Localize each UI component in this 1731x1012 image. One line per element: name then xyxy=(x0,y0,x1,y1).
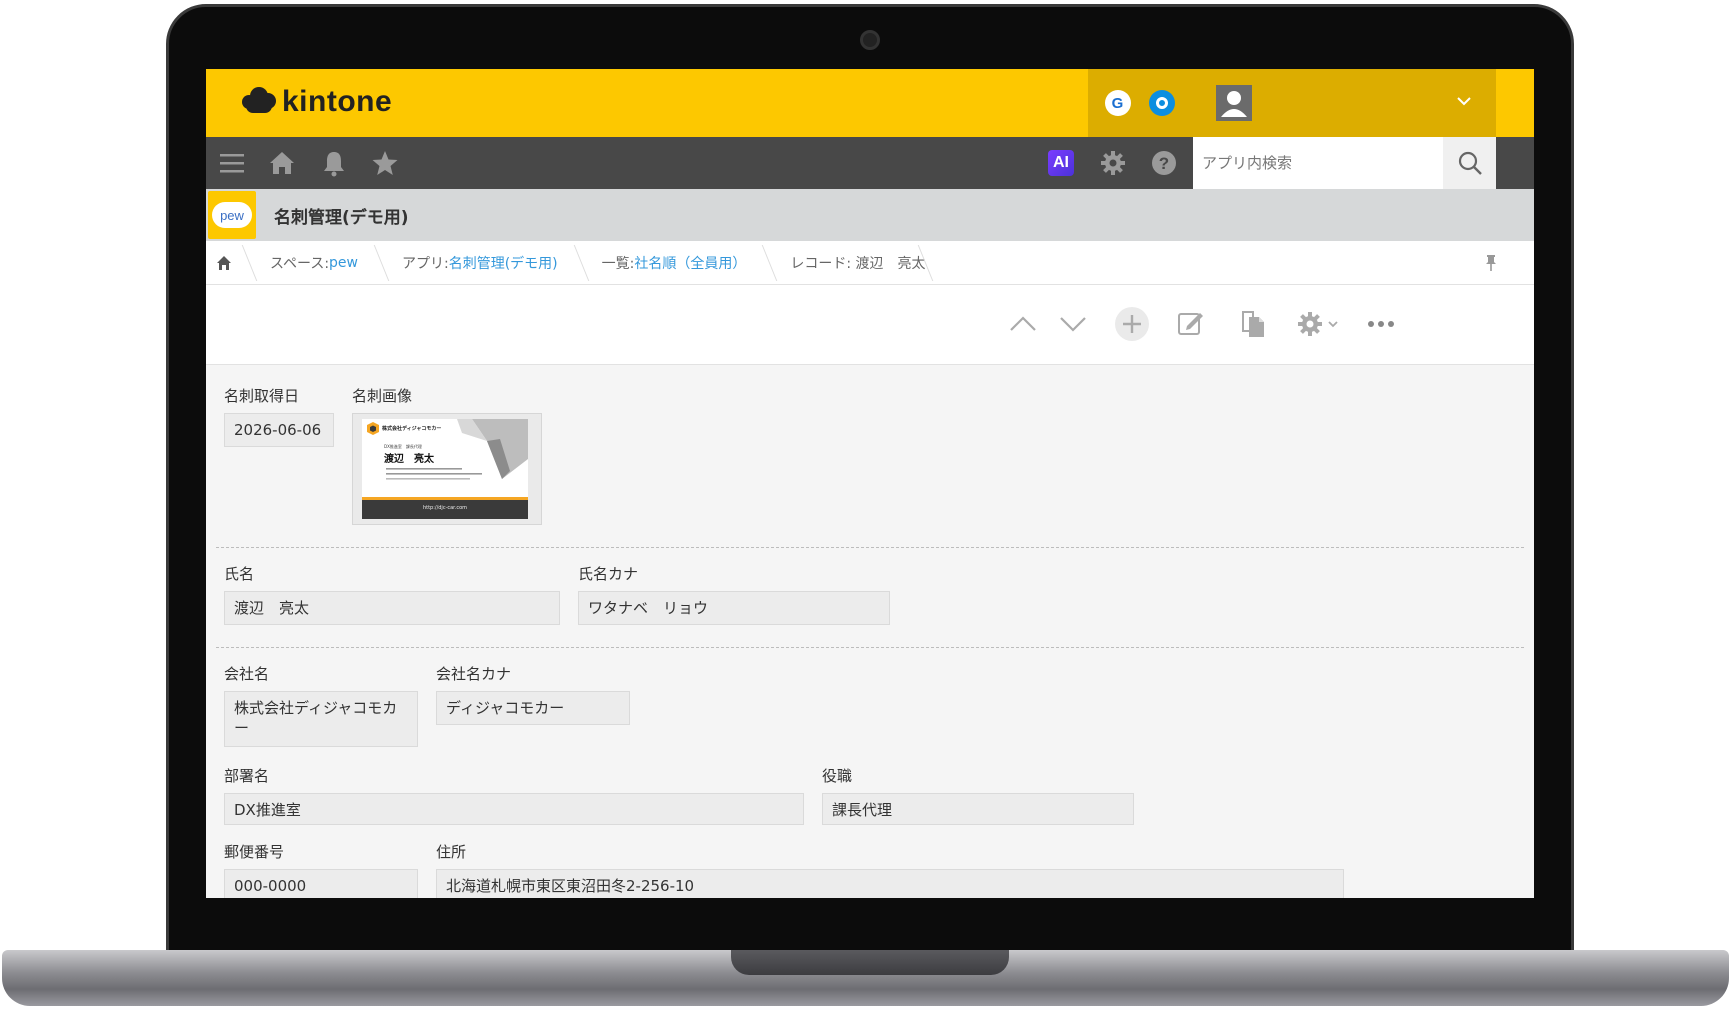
dept-label: 部署名 xyxy=(224,767,270,785)
cybozu-cloud-icon xyxy=(242,87,276,117)
breadcrumb-list-link[interactable]: 社名順（全員用） xyxy=(634,253,746,273)
breadcrumb-space-link[interactable]: pew xyxy=(329,255,358,271)
help-icon[interactable]: ? xyxy=(1150,149,1178,177)
breadcrumb-space-prefix: スペース: xyxy=(270,255,330,272)
breadcrumb-list: 一覧: 社名順（全員用） xyxy=(582,241,771,285)
office-app-button[interactable] xyxy=(1148,90,1175,116)
title-label: 役職 xyxy=(822,767,853,785)
breadcrumb-record-text: レコード: 渡辺 亮太 xyxy=(790,255,926,272)
svg-text:?: ? xyxy=(1159,154,1169,173)
company-kana-value: ディジャコモカー xyxy=(436,691,630,725)
kintone-screen: kintone G AI ? アプリ内検索 pew 名刺管理(デモ用) スペース… xyxy=(206,69,1534,898)
more-options-icon[interactable] xyxy=(1366,309,1396,339)
search-icon xyxy=(1458,151,1482,175)
card-date-label: 名刺取得日 xyxy=(224,387,300,405)
card-date-value: 2026-06-06 xyxy=(224,413,334,447)
card-image-frame: 株式会社ディジャコモカー DX推進室 課長代理 渡辺 亮太 http://djc… xyxy=(352,413,542,525)
app-icon[interactable]: pew xyxy=(208,191,256,239)
settings-gear-icon[interactable] xyxy=(1099,149,1127,177)
address-value: 北海道札幌市東区東沼田冬2-256-10 xyxy=(436,869,1344,898)
record-detail: 名刺取得日 2026-06-06 名刺画像 株式会社ディジャコモカー DX推進室… xyxy=(206,365,1534,898)
record-settings-gear-icon[interactable] xyxy=(1296,309,1344,339)
breadcrumb-record: レコード: 渡辺 亮太 xyxy=(770,241,925,285)
zip-label: 郵便番号 xyxy=(224,843,285,861)
global-toolbar: AI ? xyxy=(206,137,1534,189)
garoon-app-button[interactable]: G xyxy=(1104,90,1131,116)
search-button[interactable] xyxy=(1443,137,1496,189)
chevron-down-icon[interactable] xyxy=(1456,93,1472,109)
business-card-thumbnail[interactable]: 株式会社ディジャコモカー DX推進室 課長代理 渡辺 亮太 http://djc… xyxy=(362,419,528,519)
record-action-bar xyxy=(206,285,1534,365)
logo-text: kintone xyxy=(282,85,393,118)
add-record-icon[interactable] xyxy=(1114,306,1150,342)
app-search-input[interactable] xyxy=(1193,137,1443,189)
section-divider xyxy=(216,547,1524,548)
ai-assistant-button[interactable]: AI xyxy=(1048,150,1074,176)
kana-label: 氏名カナ xyxy=(578,565,639,583)
card-graphic xyxy=(362,419,528,519)
breadcrumb-app-prefix: アプリ: xyxy=(402,255,449,272)
home-icon xyxy=(217,255,231,270)
title-value: 課長代理 xyxy=(822,793,1134,825)
name-value: 渡辺 亮太 xyxy=(224,591,560,625)
address-label: 住所 xyxy=(436,843,467,861)
card-url: http://djc-car.com xyxy=(422,505,468,511)
user-menu[interactable] xyxy=(1191,69,1496,137)
pin-icon[interactable] xyxy=(1484,254,1498,272)
app-icon-cloud: pew xyxy=(212,202,252,228)
name-label: 氏名 xyxy=(224,565,255,583)
prev-record-icon[interactable] xyxy=(1008,309,1038,339)
breadcrumb-app-link[interactable]: 名刺管理(デモ用) xyxy=(449,253,558,273)
garoon-label: G xyxy=(1111,94,1124,112)
laptop-notch xyxy=(731,950,1009,975)
company-kana-label: 会社名カナ xyxy=(436,665,512,683)
ai-label: AI xyxy=(1053,154,1069,171)
app-icon-text: pew xyxy=(220,207,244,223)
favorites-star-icon[interactable] xyxy=(371,149,399,177)
menu-icon[interactable] xyxy=(218,149,246,177)
breadcrumb-app: アプリ: 名刺管理(デモ用) xyxy=(382,241,582,285)
office-ring-icon xyxy=(1155,97,1168,109)
laptop-camera xyxy=(860,30,880,50)
company-label: 会社名 xyxy=(224,665,270,683)
kana-value: ワタナベ リョウ xyxy=(578,591,890,625)
company-value: 株式会社ディジャコモカー xyxy=(224,691,418,747)
app-search xyxy=(1193,137,1496,189)
edit-record-icon[interactable] xyxy=(1176,309,1206,339)
breadcrumb: スペース: pew アプリ: 名刺管理(デモ用) 一覧: 社名順（全員用） レコ… xyxy=(206,241,1534,285)
breadcrumb-space: スペース: pew xyxy=(250,241,382,285)
app-bar: pew 名刺管理(デモ用) xyxy=(206,189,1534,241)
card-name: 渡辺 亮太 xyxy=(384,454,434,465)
card-company: 株式会社ディジャコモカー xyxy=(382,426,442,432)
card-image-label: 名刺画像 xyxy=(352,387,413,405)
dept-value: DX推進室 xyxy=(224,793,804,825)
breadcrumb-list-prefix: 一覧: xyxy=(601,255,635,272)
section-divider xyxy=(216,647,1524,648)
header-apps: G xyxy=(1088,69,1191,137)
kintone-header: kintone G xyxy=(206,69,1534,137)
duplicate-record-icon[interactable] xyxy=(1238,309,1268,339)
user-avatar-icon xyxy=(1216,85,1252,121)
app-title[interactable]: 名刺管理(デモ用) xyxy=(274,203,409,228)
home-icon[interactable] xyxy=(268,149,296,177)
breadcrumb-home[interactable] xyxy=(206,241,250,285)
kintone-logo[interactable]: kintone xyxy=(242,85,392,119)
next-record-icon[interactable] xyxy=(1058,309,1088,339)
notification-bell-icon[interactable] xyxy=(320,149,348,177)
zip-value: 000-0000 xyxy=(224,869,418,898)
